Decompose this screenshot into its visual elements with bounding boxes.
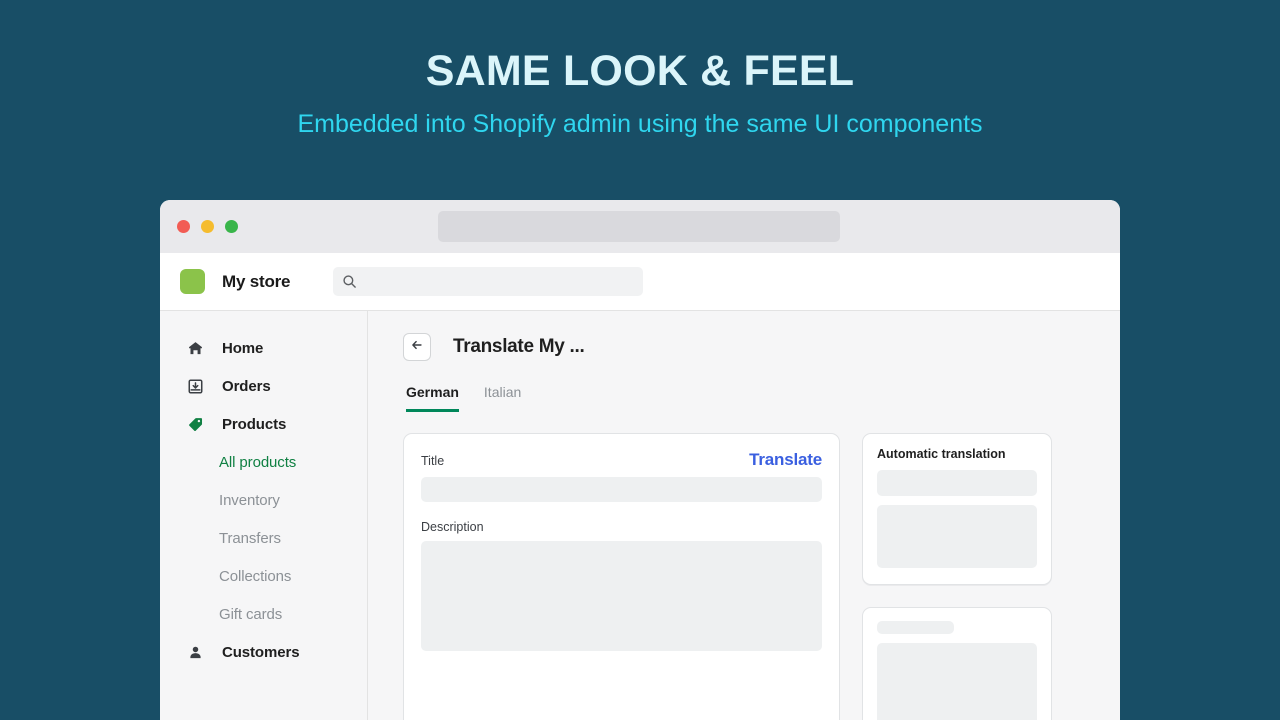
sidebar-item-label: Home xyxy=(222,339,264,357)
title-input[interactable] xyxy=(421,477,822,502)
admin-body: Home Orders Products All products Invent… xyxy=(160,311,1120,720)
minimize-window-button[interactable] xyxy=(201,220,214,233)
tab-italian[interactable]: Italian xyxy=(484,384,521,412)
sidebar-subitem-label: Gift cards xyxy=(219,605,283,623)
sidebar-subitem-transfers[interactable]: Transfers xyxy=(160,519,367,557)
translate-link[interactable]: Translate xyxy=(749,450,822,470)
hero-subtitle: Embedded into Shopify admin using the sa… xyxy=(297,110,983,139)
back-button[interactable] xyxy=(403,333,431,361)
sidebar-item-orders[interactable]: Orders xyxy=(160,367,367,405)
hero-banner: SAME LOOK & FEEL Embedded into Shopify a… xyxy=(0,0,1280,200)
sidebar-item-label: Products xyxy=(222,415,287,433)
browser-titlebar xyxy=(160,200,1120,253)
translation-form-card: Title Translate Description xyxy=(403,433,840,720)
customer-person-icon xyxy=(186,643,205,662)
sidebar-subitem-label: Collections xyxy=(219,567,292,585)
language-tabs: German Italian xyxy=(403,384,1094,412)
description-input[interactable] xyxy=(421,541,822,651)
automatic-translation-body-preview xyxy=(877,505,1037,568)
search-input[interactable] xyxy=(333,267,644,296)
hero-title: SAME LOOK & FEEL xyxy=(425,47,855,95)
main-content: Translate My ... German Italian Title Tr… xyxy=(368,311,1120,720)
sidebar-subitem-inventory[interactable]: Inventory xyxy=(160,481,367,519)
panels-row: Title Translate Description Automatic tr… xyxy=(403,433,1094,720)
sidebar-subitem-label: Inventory xyxy=(219,491,280,509)
automatic-translation-title: Automatic translation xyxy=(877,447,1006,461)
window-controls xyxy=(177,220,238,233)
secondary-card-body-skeleton xyxy=(877,643,1037,720)
store-logo-icon xyxy=(180,269,205,294)
search-icon xyxy=(342,274,357,289)
maximize-window-button[interactable] xyxy=(225,220,238,233)
title-field-header: Title Translate xyxy=(421,450,822,470)
sidebar-nav: Home Orders Products All products Invent… xyxy=(160,311,368,720)
sidebar-subitem-all-products[interactable]: All products xyxy=(160,443,367,481)
sidebar-item-home[interactable]: Home xyxy=(160,329,367,367)
title-field-label: Title xyxy=(421,454,445,468)
browser-window: My store Home Orders Products All produc… xyxy=(160,200,1120,720)
description-field-label: Description xyxy=(421,520,484,534)
address-bar[interactable] xyxy=(438,211,840,242)
automatic-translation-card: Automatic translation xyxy=(862,433,1052,585)
main-column: Title Translate Description xyxy=(403,433,840,720)
secondary-card-title-skeleton xyxy=(877,621,954,634)
home-icon xyxy=(186,339,205,358)
page-header: Translate My ... xyxy=(403,333,1094,361)
orders-inbox-icon xyxy=(186,377,205,396)
sidebar-subitem-collections[interactable]: Collections xyxy=(160,557,367,595)
automatic-translation-title-preview xyxy=(877,470,1037,496)
sidebar-item-customers[interactable]: Customers xyxy=(160,633,367,671)
sidebar-subitem-label: Transfers xyxy=(219,529,281,547)
back-arrow-icon xyxy=(410,338,424,357)
sidebar-item-products[interactable]: Products xyxy=(160,405,367,443)
store-name: My store xyxy=(222,271,291,291)
products-tag-icon xyxy=(186,415,205,434)
tab-german[interactable]: German xyxy=(406,384,459,412)
sidebar-item-label: Orders xyxy=(222,377,271,395)
side-column: Automatic translation xyxy=(862,433,1052,720)
page-title: Translate My ... xyxy=(453,336,585,357)
close-window-button[interactable] xyxy=(177,220,190,233)
sidebar-item-label: Customers xyxy=(222,643,300,661)
secondary-translation-card xyxy=(862,607,1052,720)
admin-topbar: My store xyxy=(160,253,1120,311)
sidebar-subitem-label: All products xyxy=(219,453,297,471)
sidebar-subitem-gift-cards[interactable]: Gift cards xyxy=(160,595,367,633)
